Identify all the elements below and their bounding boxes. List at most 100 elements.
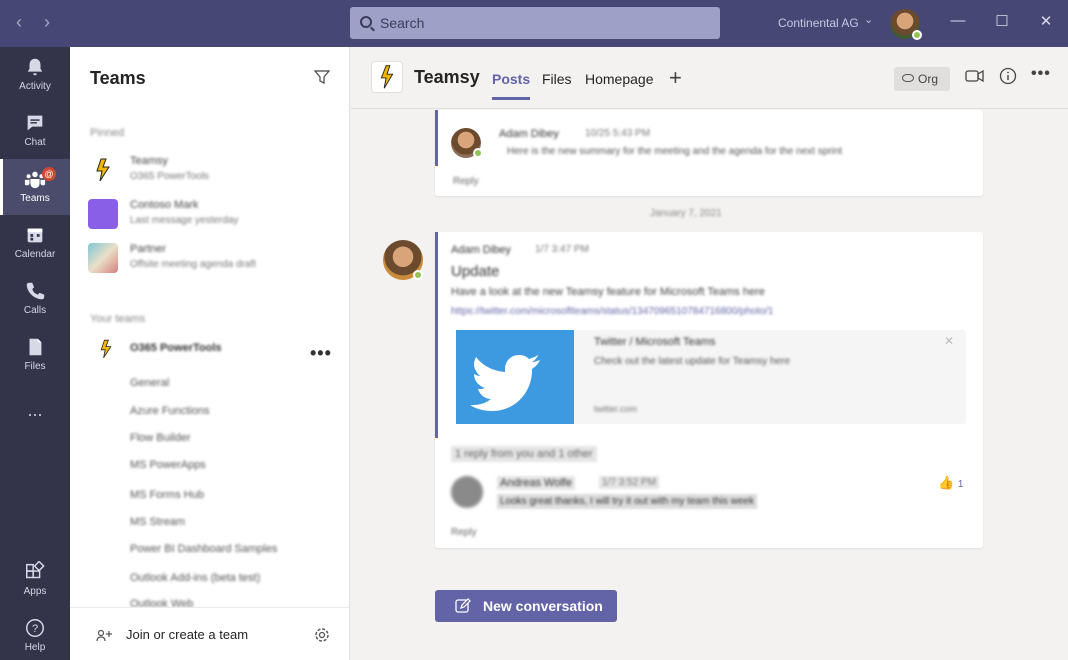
rail-label: Teams (20, 193, 50, 204)
presence-indicator (473, 148, 483, 158)
rail-item-files[interactable]: Files (0, 327, 70, 383)
team-logo-icon (88, 199, 118, 229)
pinned-name: Teamsy (130, 155, 168, 167)
channel-header: Teamsy Posts Files Homepage + Org ••• (351, 47, 1068, 109)
team-logo-icon (88, 155, 118, 185)
org-switcher[interactable]: Continental AG (778, 16, 859, 30)
post-author: Adam Dibey (499, 128, 559, 140)
chevron-right-icon[interactable]: › (44, 13, 50, 31)
pinned-item[interactable]: Partner Offsite meeting agenda draft (88, 239, 338, 279)
gear-icon[interactable] (313, 626, 331, 644)
phone-icon (26, 282, 45, 300)
chevron-down-icon[interactable]: ⌄ (864, 13, 873, 26)
rail-label: Files (24, 361, 46, 372)
app-rail: Activity Chat @ Teams Calendar Calls Fil… (0, 47, 70, 660)
tab-homepage[interactable]: Homepage (585, 71, 654, 87)
rail-item-apps[interactable]: Apps (0, 552, 70, 608)
org-button-label: Org (918, 72, 939, 86)
pinned-sub: Offsite meeting agenda draft (130, 259, 257, 270)
rail-label: Calls (23, 305, 47, 316)
chevron-left-icon[interactable]: ‹ (16, 13, 22, 31)
channel-item[interactable]: MS PowerApps (130, 459, 206, 471)
reply-time: 1/7 3:52 PM (599, 476, 659, 489)
twitter-logo-image (456, 330, 574, 424)
channel-item[interactable]: General (130, 377, 169, 389)
teams-panel: Teams Pinned Teamsy O365 PowerTools Cont… (70, 47, 350, 660)
rail-item-help[interactable]: ? Help (0, 608, 70, 660)
presence-indicator (912, 30, 922, 40)
reply-author: Andreas Wolfe (497, 476, 575, 490)
channel-title: Teamsy (414, 67, 480, 87)
svg-text:?: ? (32, 623, 38, 635)
new-conversation-button[interactable]: New conversation (435, 590, 617, 622)
team-item[interactable]: O365 PowerTools (88, 333, 338, 373)
post-time: 10/25 5:43 PM (585, 128, 651, 139)
close-icon[interactable]: ✕ (944, 334, 954, 348)
channel-item[interactable]: Flow Builder (130, 432, 191, 444)
minimize-icon[interactable]: — (948, 12, 968, 29)
preview-text: Check out the latest update for Teamsy h… (594, 356, 791, 367)
pinned-name: Partner (130, 243, 167, 255)
post-accent (435, 232, 438, 438)
channel-item[interactable]: Outlook Add-ins (beta test) (130, 572, 260, 584)
tab-posts[interactable]: Posts (492, 71, 531, 100)
search-input[interactable]: Search (350, 7, 720, 39)
add-team-icon (96, 629, 112, 642)
tab-files[interactable]: Files (542, 71, 572, 87)
rail-item-chat[interactable]: Chat (0, 103, 70, 159)
pinned-name: Contoso Mark (130, 199, 199, 211)
like-count: 1 (957, 479, 964, 490)
rail-item-activity[interactable]: Activity (0, 47, 70, 103)
pinned-sub: O365 PowerTools (130, 171, 209, 182)
like-icon: 👍 (938, 475, 955, 490)
channel-item[interactable]: MS Forms Hub (130, 489, 204, 501)
pinned-item[interactable]: Teamsy O365 PowerTools (88, 151, 338, 191)
post-author: Adam Dibey (451, 244, 511, 256)
section-your-teams: Your teams (90, 313, 146, 325)
channel-item[interactable]: Azure Functions (130, 405, 209, 417)
date-separator: January 7, 2021 (650, 208, 722, 219)
maximize-icon[interactable]: ☐ (992, 12, 1012, 30)
add-tab-button[interactable]: + (669, 65, 682, 91)
mention-badge: @ (42, 167, 56, 181)
rail-label: Chat (24, 137, 46, 148)
rail-item-calls[interactable]: Calls (0, 271, 70, 327)
apps-icon (26, 561, 45, 579)
more-icon[interactable]: ••• (310, 343, 332, 364)
post-text: Have a look at the new Teamsy feature fo… (451, 286, 765, 298)
replies-summary[interactable]: 1 reply from you and 1 other (451, 446, 597, 462)
link-preview-card[interactable]: Twitter / Microsoft Teams Check out the … (456, 330, 966, 424)
video-icon[interactable] (965, 67, 985, 85)
more-options-icon[interactable]: ••• (1031, 65, 1051, 83)
team-name: O365 PowerTools (130, 342, 222, 354)
channel-item[interactable]: Power BI Dashboard Samples (130, 543, 277, 555)
info-icon[interactable] (999, 67, 1017, 85)
compose-icon (455, 598, 471, 613)
rail-label: Activity (19, 81, 51, 92)
panel-title: Teams (90, 68, 146, 88)
panel-footer: Join or create a team (70, 607, 349, 660)
channel-item[interactable]: MS Stream (130, 516, 185, 528)
org-button[interactable]: Org (894, 67, 950, 91)
section-pinned: Pinned (90, 127, 125, 139)
like-reaction[interactable]: 👍 1 (938, 475, 963, 491)
reply-button[interactable]: Reply (451, 527, 477, 538)
search-icon (360, 16, 372, 28)
more-apps-icon[interactable]: ... (0, 400, 70, 421)
reply-text: Looks great thanks, I will try it out wi… (497, 494, 757, 509)
filter-icon[interactable] (314, 69, 330, 85)
reply-button[interactable]: Reply (453, 176, 479, 187)
rail-label: Calendar (14, 249, 56, 260)
join-create-team-button[interactable]: Join or create a team (126, 627, 248, 642)
rail-item-teams[interactable]: @ Teams (0, 159, 70, 215)
eye-icon (902, 74, 914, 82)
preview-title: Twitter / Microsoft Teams (594, 336, 716, 348)
post-text: Here is the new summary for the meeting … (507, 146, 843, 157)
post-link[interactable]: https://twitter.com/microsoftteams/statu… (451, 306, 861, 317)
team-logo-icon (100, 339, 112, 359)
chat-icon (27, 115, 43, 131)
rail-item-calendar[interactable]: Calendar (0, 215, 70, 271)
close-icon[interactable]: ✕ (1036, 12, 1056, 30)
pinned-item[interactable]: Contoso Mark Last message yesterday (88, 195, 338, 235)
preview-meta: twitter.com (594, 404, 638, 414)
